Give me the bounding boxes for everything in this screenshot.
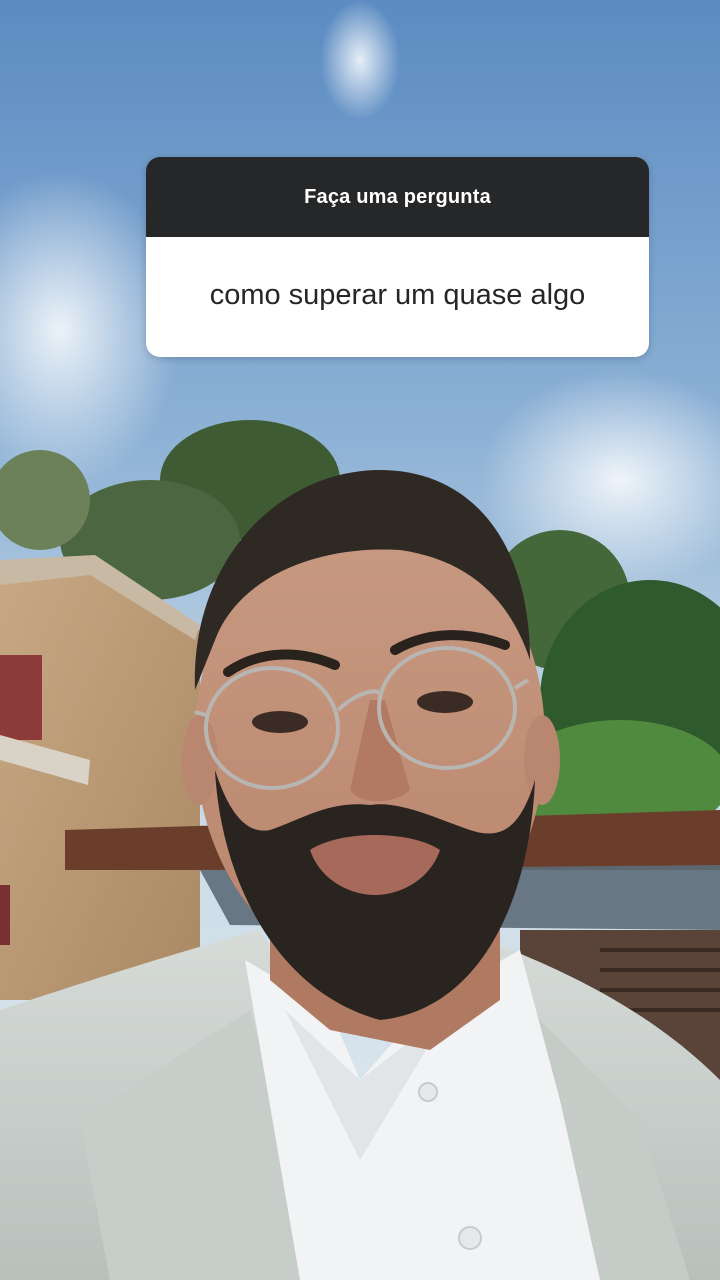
question-sticker-title: Faça uma pergunta bbox=[146, 157, 649, 237]
question-sticker-text: como superar um quase algo bbox=[146, 237, 649, 357]
question-sticker[interactable]: Faça uma pergunta como superar um quase … bbox=[146, 157, 649, 357]
